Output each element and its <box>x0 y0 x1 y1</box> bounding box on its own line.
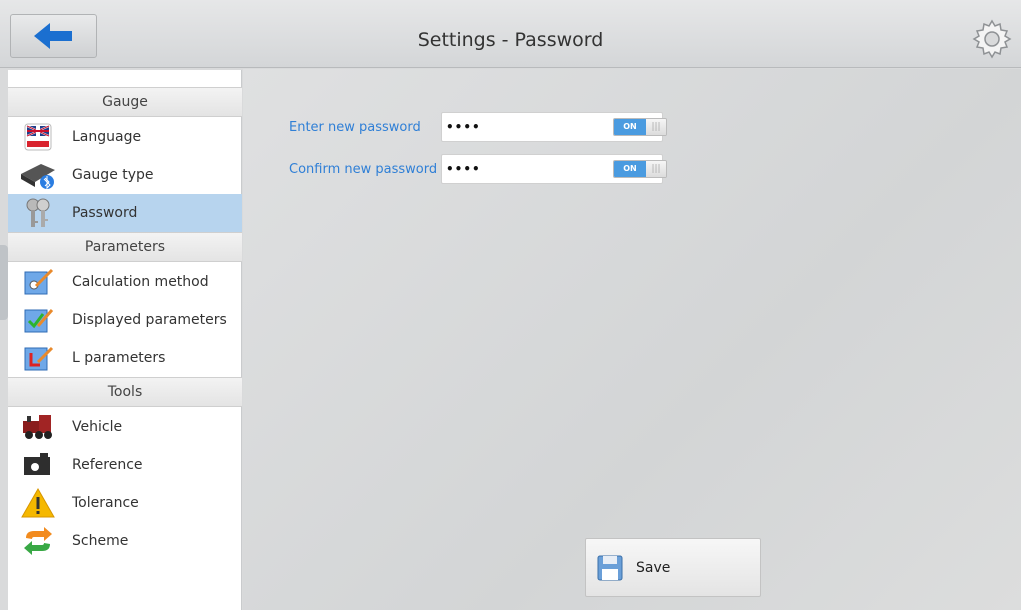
sidebar-item-label: Reference <box>72 457 143 473</box>
uk-flag-icon <box>18 120 58 154</box>
sidebar: Gauge Language Gauge type Password Param… <box>8 70 242 610</box>
sidebar-item-label: Calculation method <box>72 274 209 290</box>
warning-icon <box>18 486 58 520</box>
main-panel: Enter new password •••• ON ||| Confirm n… <box>243 69 1021 610</box>
toggle-on-label: ON <box>614 161 646 177</box>
new-password-label: Enter new password <box>289 120 421 135</box>
sidebar-item-label: Password <box>72 205 138 221</box>
sidebar-item-scheme[interactable]: Scheme <box>8 522 242 560</box>
toggle-grip-icon: ||| <box>646 161 666 177</box>
toggle-grip-icon: ||| <box>646 119 666 135</box>
sidebar-drag-handle[interactable] <box>0 245 8 320</box>
save-button[interactable]: Save <box>585 538 761 597</box>
header-bar: Settings - Password <box>0 0 1021 68</box>
sidebar-item-label: Vehicle <box>72 419 123 435</box>
sidebar-item-vehicle[interactable]: Vehicle <box>8 408 242 446</box>
keys-icon <box>18 196 58 230</box>
section-tools: Tools <box>8 377 242 407</box>
sidebar-item-label: Gauge type <box>72 167 154 183</box>
sidebar-item-tolerance[interactable]: Tolerance <box>8 484 242 522</box>
save-button-label: Save <box>636 559 671 576</box>
sidebar-item-gauge-type[interactable]: Gauge type <box>8 156 242 194</box>
page-title: Settings - Password <box>417 29 604 51</box>
confirm-password-visibility-toggle[interactable]: ON ||| <box>613 160 667 178</box>
sidebar-item-label: Displayed parameters <box>72 312 227 328</box>
new-password-visibility-toggle[interactable]: ON ||| <box>613 118 667 136</box>
l-param-icon <box>18 341 58 375</box>
calc-method-icon <box>18 265 58 299</box>
sidebar-item-label: L parameters <box>72 350 166 366</box>
section-parameters: Parameters <box>8 232 242 262</box>
checklist-icon <box>18 303 58 337</box>
arrow-left-icon <box>33 23 72 49</box>
confirm-password-label: Confirm new password <box>289 162 438 177</box>
section-gauge: Gauge <box>8 87 242 117</box>
reference-icon <box>18 448 58 482</box>
gear-icon <box>972 19 1012 59</box>
toggle-on-label: ON <box>614 119 646 135</box>
sidebar-item-label: Tolerance <box>72 495 139 511</box>
gauge-bluetooth-icon <box>18 158 58 192</box>
locomotive-icon <box>18 410 58 444</box>
sidebar-item-label: Language <box>72 129 142 145</box>
sidebar-item-calculation-method[interactable]: Calculation method <box>8 263 242 301</box>
settings-button[interactable] <box>971 18 1013 60</box>
sidebar-item-l-parameters[interactable]: L parameters <box>8 339 242 377</box>
sidebar-item-reference[interactable]: Reference <box>8 446 242 484</box>
sidebar-item-password[interactable]: Password <box>8 194 242 232</box>
sidebar-item-language[interactable]: Language <box>8 118 242 156</box>
floppy-disk-icon <box>597 555 623 580</box>
sidebar-item-displayed-parameters[interactable]: Displayed parameters <box>8 301 242 339</box>
sync-arrows-icon <box>18 524 58 558</box>
sidebar-item-label: Scheme <box>72 533 129 549</box>
back-button[interactable] <box>10 14 97 58</box>
